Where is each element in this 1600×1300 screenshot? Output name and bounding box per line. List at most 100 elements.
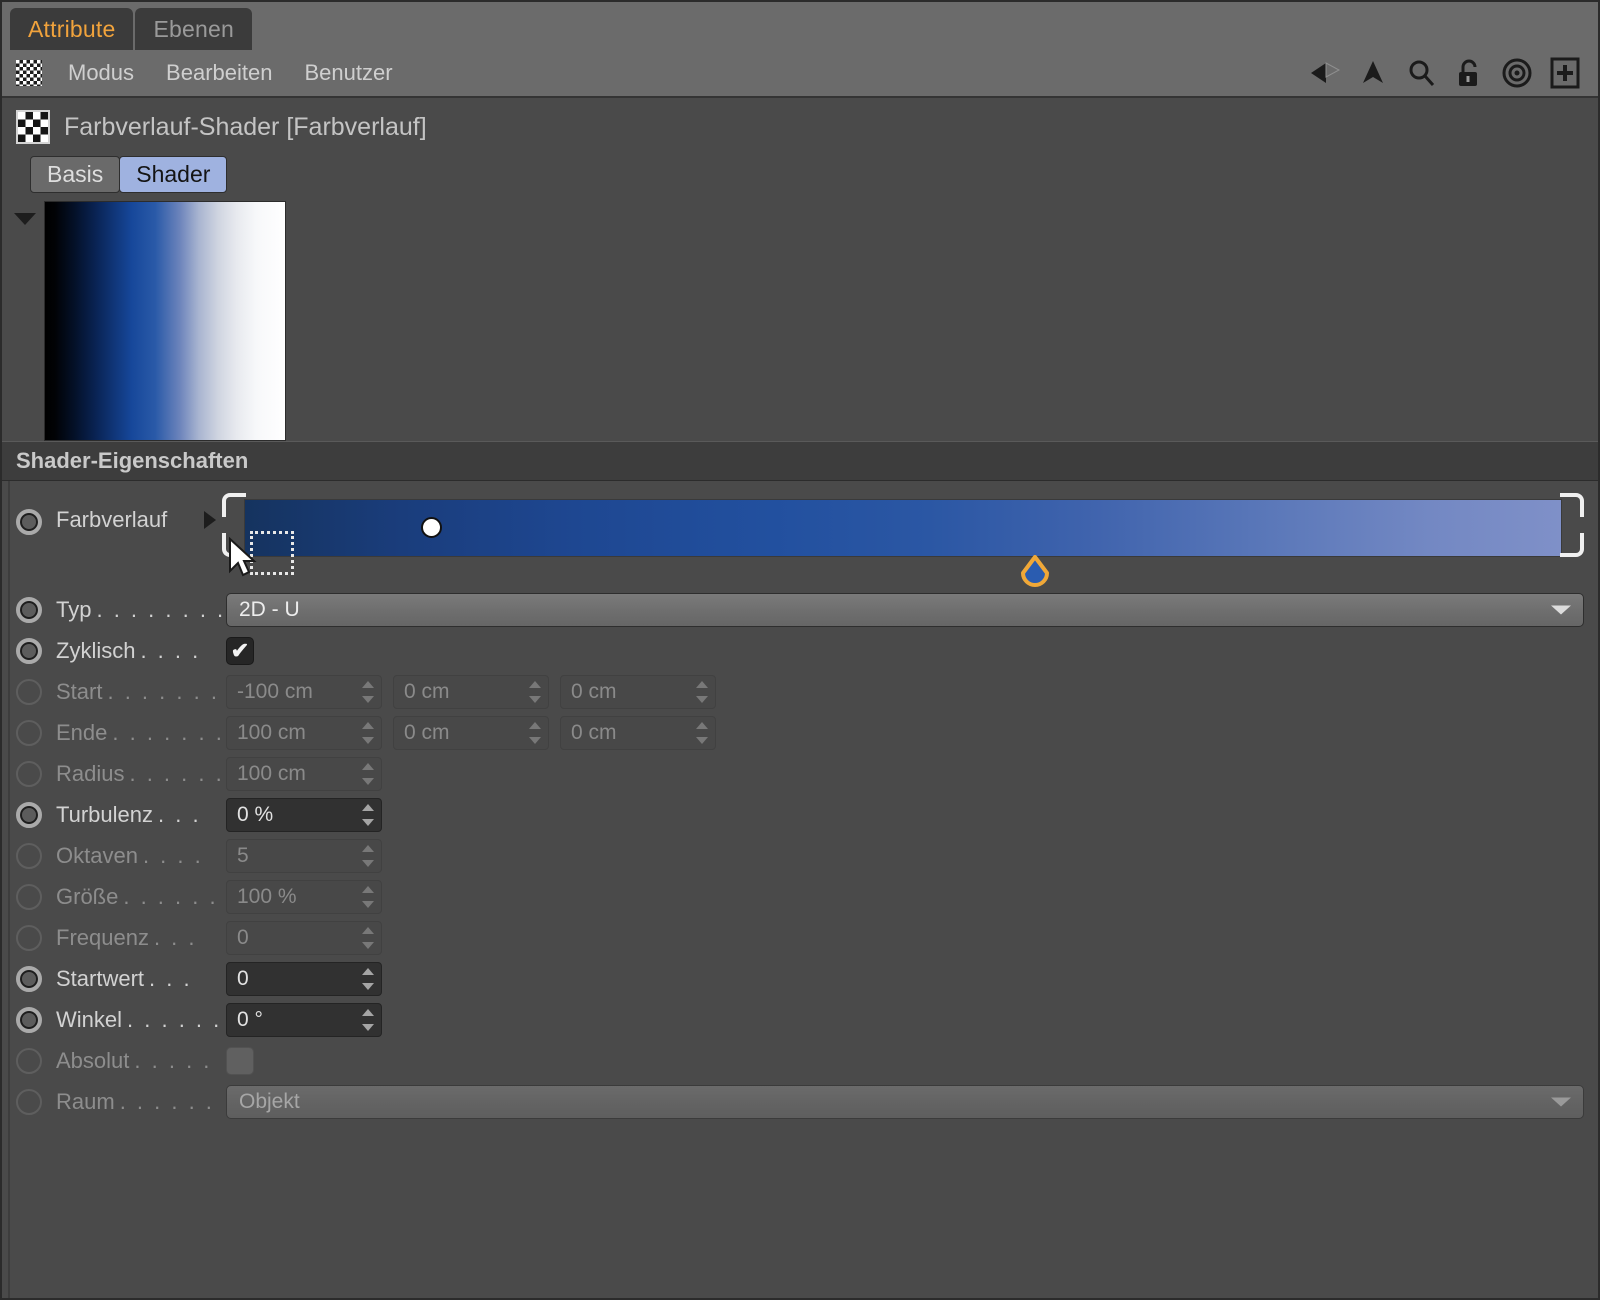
spinner-icon[interactable]	[362, 844, 374, 867]
raum-dropdown-value: Objekt	[239, 1089, 300, 1113]
spinner-icon[interactable]	[696, 721, 708, 744]
absolut-checkbox[interactable]	[226, 1046, 254, 1075]
up-arrow-icon[interactable]	[1356, 56, 1390, 90]
menubar: Modus Bearbeiten Benutzer	[2, 50, 1598, 98]
row-typ-radio[interactable]	[16, 596, 42, 623]
row-absolut-radio[interactable]	[16, 1047, 42, 1074]
menu-bearbeiten[interactable]: Bearbeiten	[150, 60, 288, 86]
tab-attribute[interactable]: Attribute	[10, 8, 134, 50]
ende-y-field[interactable]: 0 cm	[393, 715, 549, 750]
start-x-field[interactable]: -100 cm	[226, 674, 382, 709]
row-start-label: Start. . . . . . .	[56, 678, 220, 704]
shader-preview-thumbnail[interactable]	[44, 201, 286, 441]
gradient-corner-top-right-icon	[1560, 493, 1584, 517]
ende-z-field[interactable]: 0 cm	[560, 715, 716, 750]
row-oktaven-radio[interactable]	[16, 842, 42, 869]
start-y-field[interactable]: 0 cm	[393, 674, 549, 709]
add-box-icon[interactable]	[1548, 56, 1582, 90]
row-typ: Typ. . . . . . . . 2D - U	[2, 589, 1598, 630]
menu-benutzer[interactable]: Benutzer	[288, 60, 408, 86]
row-zyklisch-radio[interactable]	[16, 637, 42, 664]
checkerboard-icon[interactable]	[16, 60, 42, 86]
section-header-shader-properties: Shader-Eigenschaften	[2, 441, 1598, 481]
row-start-radio[interactable]	[16, 678, 42, 705]
tab-basis[interactable]: Basis	[30, 156, 121, 193]
startwert-field[interactable]: 0	[226, 961, 382, 996]
start-z-field[interactable]: 0 cm	[560, 674, 716, 709]
row-absolut-label: Absolut. . . . .	[56, 1047, 212, 1073]
spinner-icon[interactable]	[362, 967, 374, 990]
row-turbulenz-label: Turbulenz. . .	[56, 801, 202, 827]
row-farbverlauf-radio[interactable]	[16, 509, 42, 535]
spinner-icon[interactable]	[362, 1008, 374, 1031]
row-start: Start. . . . . . . -100 cm 0 cm 0 cm	[2, 671, 1598, 712]
gradient-editor[interactable]	[222, 489, 1584, 587]
tab-shader[interactable]: Shader	[119, 156, 228, 193]
typ-dropdown-value: 2D - U	[239, 597, 300, 621]
attribute-manager-window: Attribute Ebenen Modus Bearbeiten Benutz…	[0, 0, 1600, 1300]
spinner-icon[interactable]	[362, 680, 374, 703]
tab-ebenen-label: Ebenen	[153, 15, 234, 42]
radius-field[interactable]: 100 cm	[226, 756, 382, 791]
spinner-icon[interactable]	[529, 680, 541, 703]
spinner-icon[interactable]	[362, 803, 374, 826]
unlock-icon[interactable]	[1452, 56, 1486, 90]
oktaven-field[interactable]: 5	[226, 838, 382, 873]
spinner-icon[interactable]	[362, 762, 374, 785]
frequenz-field[interactable]: 0	[226, 920, 382, 955]
row-raum: Raum. . . . . . Objekt	[2, 1081, 1598, 1122]
spinner-icon[interactable]	[362, 885, 374, 908]
object-title-row: Farbverlauf-Shader [Farbverlauf]	[16, 110, 1598, 144]
tab-shader-label: Shader	[136, 161, 211, 187]
row-winkel-radio[interactable]	[16, 1006, 42, 1033]
winkel-field[interactable]: 0 °	[226, 1002, 382, 1037]
check-icon: ✔	[230, 637, 250, 663]
gradient-knot-pin[interactable]	[1020, 555, 1050, 589]
spinner-icon[interactable]	[362, 926, 374, 949]
gradient-knot-dot[interactable]	[420, 517, 442, 538]
row-raum-label: Raum. . . . . .	[56, 1088, 215, 1114]
row-turbulenz-radio[interactable]	[16, 801, 42, 828]
raum-dropdown[interactable]: Objekt	[226, 1084, 1584, 1119]
row-groesse-radio[interactable]	[16, 883, 42, 910]
tab-attribute-label: Attribute	[28, 15, 116, 42]
row-ende-radio[interactable]	[16, 719, 42, 746]
row-raum-radio[interactable]	[16, 1088, 42, 1115]
groesse-field[interactable]: 100 %	[226, 879, 382, 914]
row-winkel: Winkel. . . . . . 0 °	[2, 999, 1598, 1040]
spinner-icon[interactable]	[362, 721, 374, 744]
search-icon[interactable]	[1404, 56, 1438, 90]
row-frequenz-label: Frequenz. . .	[56, 924, 198, 950]
spinner-icon[interactable]	[529, 721, 541, 744]
spinner-icon[interactable]	[696, 680, 708, 703]
page-title: Farbverlauf-Shader [Farbverlauf]	[64, 112, 427, 141]
row-groesse-label: Größe. . . . . .	[56, 883, 219, 909]
chevron-down-icon	[1551, 1097, 1571, 1106]
ende-x-field[interactable]: 100 cm	[226, 715, 382, 750]
zyklisch-checkbox[interactable]: ✔	[226, 636, 254, 665]
object-tab-buttons: Basis Shader	[30, 156, 1598, 193]
target-icon[interactable]	[1500, 56, 1534, 90]
triangle-right-icon[interactable]	[204, 511, 216, 529]
triangle-down-icon[interactable]	[14, 213, 36, 225]
tab-basis-label: Basis	[47, 161, 104, 187]
row-absolut: Absolut. . . . .	[2, 1040, 1598, 1081]
menu-modus[interactable]: Modus	[52, 60, 150, 86]
checkerboard-shader-icon	[16, 110, 50, 144]
gradient-corner-top-left-icon	[222, 493, 246, 517]
row-farbverlauf: Farbverlauf	[2, 489, 1598, 589]
turbulenz-field[interactable]: 0 %	[226, 797, 382, 832]
row-winkel-label: Winkel. . . . . .	[56, 1006, 222, 1032]
row-radius-radio[interactable]	[16, 760, 42, 787]
row-startwert-radio[interactable]	[16, 965, 42, 992]
row-frequenz-radio[interactable]	[16, 924, 42, 951]
tab-ebenen[interactable]: Ebenen	[135, 8, 252, 50]
row-radius-label: Radius. . . . . .	[56, 760, 225, 786]
row-radius: Radius. . . . . . 100 cm	[2, 753, 1598, 794]
shader-preview-area	[2, 193, 1598, 441]
row-oktaven: Oktaven. . . . 5	[2, 835, 1598, 876]
typ-dropdown[interactable]: 2D - U	[226, 592, 1584, 627]
back-arrow-icon[interactable]	[1308, 56, 1342, 90]
row-groesse: Größe. . . . . . 100 %	[2, 876, 1598, 917]
gradient-bar[interactable]	[244, 499, 1562, 557]
